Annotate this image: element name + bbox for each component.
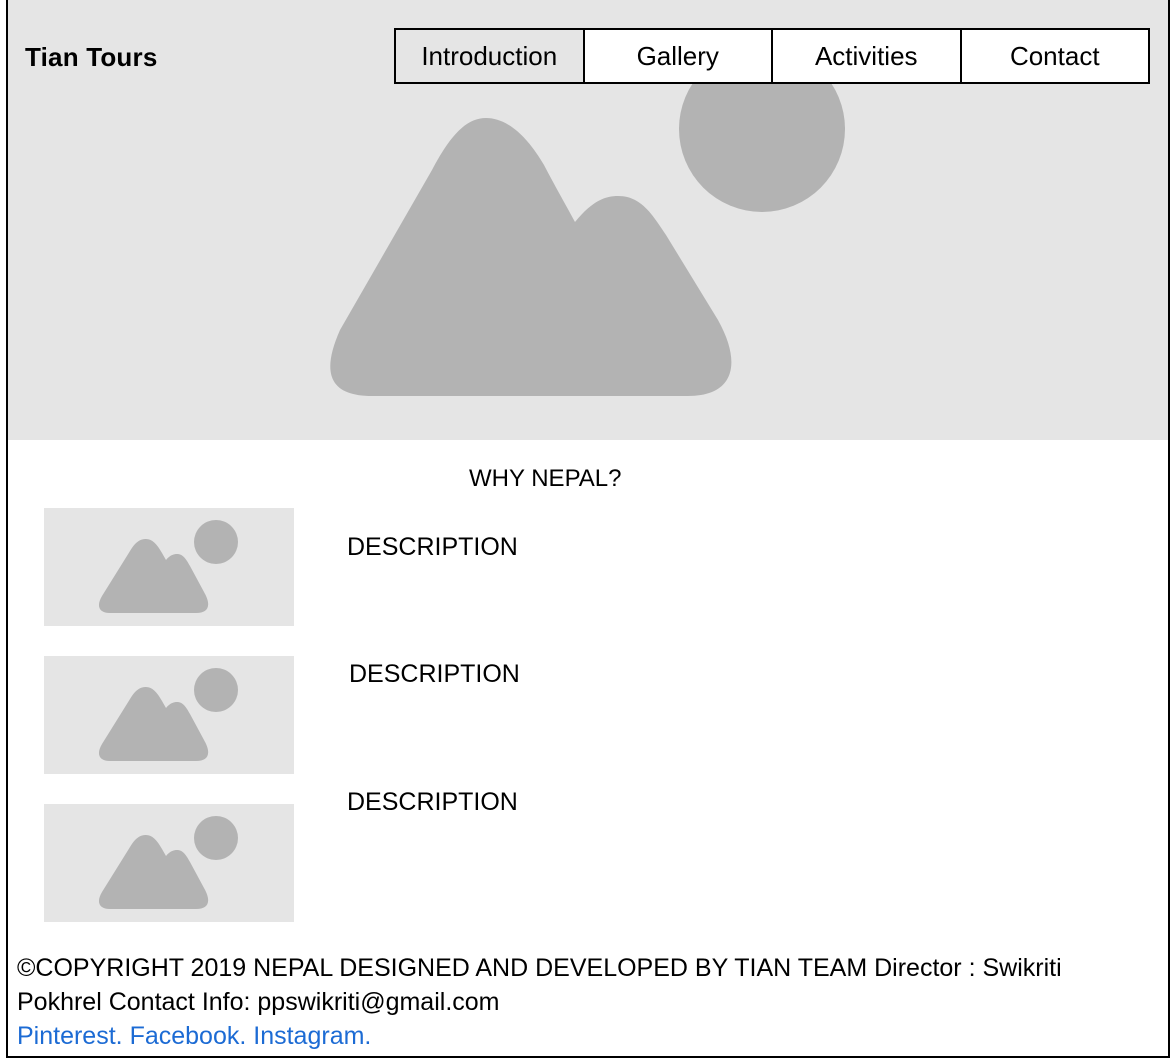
section-title: WHY NEPAL? bbox=[469, 465, 622, 492]
feature-description-1: DESCRIPTION bbox=[347, 533, 518, 561]
footer-social-links: Pinterest. Facebook. Instagram. bbox=[17, 1019, 1147, 1053]
feature-description-3: DESCRIPTION bbox=[347, 788, 518, 816]
footer: ©COPYRIGHT 2019 NEPAL DESIGNED AND DEVEL… bbox=[17, 951, 1147, 1053]
image-placeholder-icon bbox=[98, 520, 238, 613]
feature-image-2 bbox=[44, 656, 294, 774]
footer-copyright: ©COPYRIGHT 2019 NEPAL DESIGNED AND DEVEL… bbox=[17, 954, 1062, 1016]
feature-image-1 bbox=[44, 508, 294, 626]
image-placeholder-icon bbox=[98, 668, 238, 761]
facebook-link[interactable]: Facebook. bbox=[130, 1022, 247, 1050]
feature-image-3 bbox=[44, 804, 294, 922]
image-placeholder-icon bbox=[98, 816, 238, 909]
pinterest-link[interactable]: Pinterest. bbox=[17, 1022, 123, 1050]
instagram-link[interactable]: Instagram. bbox=[253, 1022, 371, 1050]
feature-description-2: DESCRIPTION bbox=[349, 660, 520, 688]
